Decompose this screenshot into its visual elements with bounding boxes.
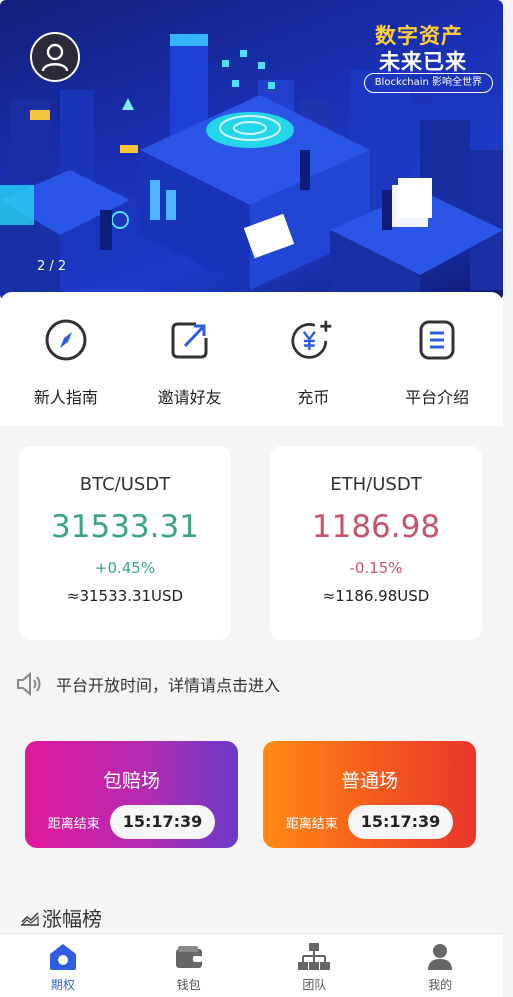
nav-label: 团队 bbox=[302, 978, 327, 992]
user-icon bbox=[428, 944, 453, 970]
user-icon bbox=[41, 43, 69, 72]
notice-bar[interactable]: 平台开放时间，详情请点击进入 bbox=[16, 672, 280, 696]
ticker-change: -0.15% bbox=[349, 559, 403, 577]
banner-page-indicator: 2 / 2 bbox=[37, 259, 67, 274]
intro-doc-icon bbox=[419, 320, 455, 360]
quick-action-invite[interactable]: 邀请好友 bbox=[130, 292, 250, 426]
compass-icon bbox=[45, 319, 87, 361]
ticker-card-eth[interactable]: ETH/USDT 1186.98 -0.15% ≈1186.98USD bbox=[270, 446, 482, 640]
team-tree-icon bbox=[298, 943, 331, 970]
nav-label: 钱包 bbox=[176, 978, 201, 992]
quick-action-deposit[interactable]: 充币 bbox=[253, 292, 373, 426]
banner-tagline: Blockchain 影响全世界 bbox=[363, 73, 493, 93]
promo-banner[interactable]: 数字资产 未来已来 Blockchain 影响全世界 2 / 2 bbox=[0, 0, 503, 300]
banner-title-line2: 未来已来 bbox=[379, 50, 467, 74]
quick-action-intro[interactable]: 平台介绍 bbox=[377, 292, 497, 426]
nav-label: 我的 bbox=[428, 978, 453, 992]
nav-label: 期权 bbox=[50, 978, 75, 992]
ticker-price: 1186.98 bbox=[311, 509, 441, 545]
market-title: 包赔场 bbox=[102, 770, 160, 792]
nav-item-me[interactable]: 我的 bbox=[377, 934, 503, 997]
deposit-coin-icon bbox=[291, 320, 332, 359]
market-card-compensate[interactable]: 包赔场 距离结束 15:17:39 bbox=[25, 741, 238, 848]
quick-action-label: 平台介绍 bbox=[405, 388, 470, 407]
ticker-card-btc[interactable]: BTC/USDT 31533.31 +0.45% ≈31533.31USD bbox=[19, 446, 231, 640]
quick-action-label: 邀请好友 bbox=[157, 388, 222, 407]
quick-actions: 新人指南 邀请好友 充币 平台介绍 bbox=[0, 292, 503, 426]
speaker-icon bbox=[17, 672, 41, 696]
quick-action-guide[interactable]: 新人指南 bbox=[6, 292, 126, 426]
nav-item-team[interactable]: 团队 bbox=[252, 934, 378, 997]
countdown-label: 距离结束 bbox=[47, 816, 100, 832]
home-icon bbox=[49, 944, 76, 970]
bottom-nav: 期权 钱包 团队 我的 bbox=[0, 933, 503, 997]
quick-action-label: 充币 bbox=[297, 388, 330, 407]
ranking-header: 涨幅榜 bbox=[20, 903, 102, 932]
nav-item-options[interactable]: 期权 bbox=[0, 934, 126, 997]
market-card-normal[interactable]: 普通场 距离结束 15:17:39 bbox=[263, 741, 476, 848]
trend-chart-icon bbox=[20, 911, 39, 926]
countdown-timer: 15:17:39 bbox=[109, 805, 216, 839]
notice-text: 平台开放时间，详情请点击进入 bbox=[56, 676, 281, 695]
ticker-usd-value: ≈31533.31USD bbox=[66, 587, 184, 605]
quick-action-label: 新人指南 bbox=[33, 388, 98, 407]
countdown-label: 距离结束 bbox=[285, 816, 338, 832]
countdown-timer: 15:17:39 bbox=[347, 805, 454, 839]
ticker-usd-value: ≈1186.98USD bbox=[322, 587, 430, 605]
avatar-button[interactable] bbox=[30, 32, 80, 82]
ticker-price: 31533.31 bbox=[51, 509, 199, 545]
nav-item-wallet[interactable]: 钱包 bbox=[126, 934, 252, 997]
wallet-icon bbox=[175, 946, 202, 968]
ticker-change: +0.45% bbox=[94, 559, 156, 577]
ranking-title: 涨幅榜 bbox=[42, 907, 102, 931]
ticker-pair: BTC/USDT bbox=[79, 474, 171, 495]
ticker-pair: ETH/USDT bbox=[330, 474, 422, 495]
market-title: 普通场 bbox=[340, 770, 398, 792]
share-arrow-icon bbox=[171, 322, 208, 359]
